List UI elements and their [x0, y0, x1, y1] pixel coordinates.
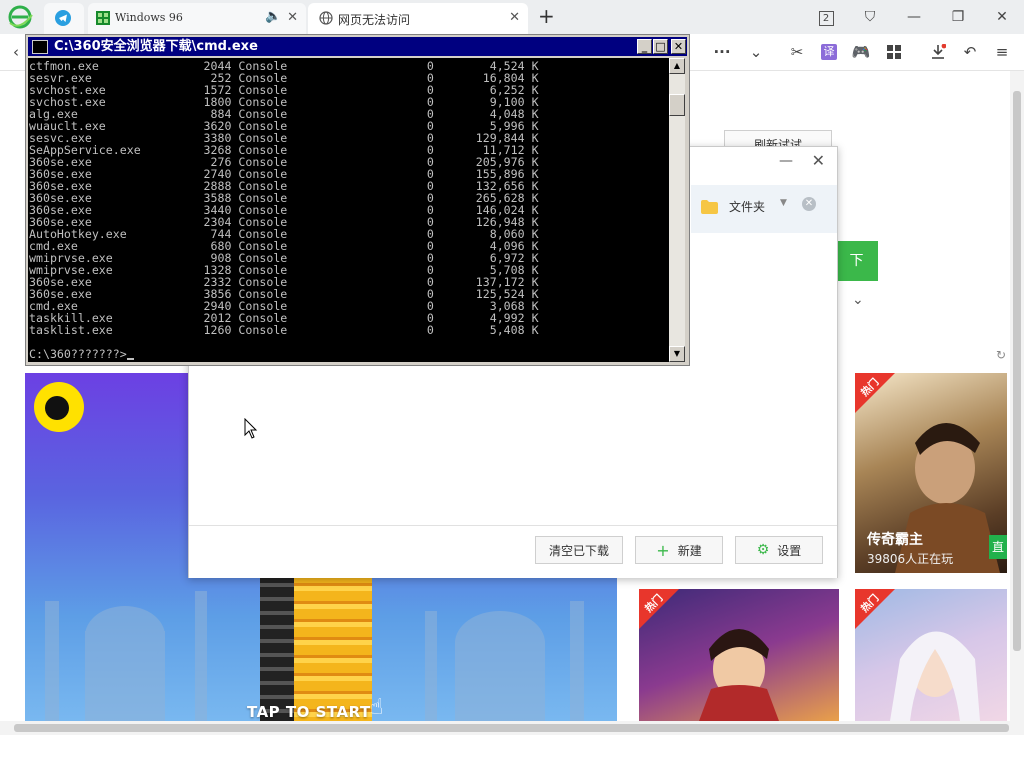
globe-icon	[319, 11, 333, 25]
game-card[interactable]: 热门 传奇霸主 39806人正在玩 直	[855, 373, 1007, 573]
undo-icon[interactable]: ↶	[958, 40, 982, 64]
plus-icon: +	[656, 540, 670, 560]
text-cursor	[126, 358, 134, 360]
gamepad-icon[interactable]: 🎮	[849, 40, 873, 64]
hand-pointer-icon: ☝	[370, 695, 384, 720]
chevron-down-icon[interactable]: ⌄	[744, 40, 768, 64]
new-tab-plus-icon[interactable]: +	[538, 6, 555, 26]
maximize-button[interactable]: □	[653, 39, 668, 54]
shirt-skin-icon[interactable]: ⛉	[848, 9, 892, 25]
status-bar	[0, 735, 1024, 768]
settings-button[interactable]: ⚙ 设置	[735, 536, 823, 564]
tab-label: 网页无法访问	[338, 13, 411, 27]
game-card[interactable]: 热门	[855, 589, 1007, 721]
refresh-icon[interactable]: ↻	[996, 348, 1006, 362]
tap-to-start-label: TAP TO START	[247, 703, 371, 721]
minimize-button[interactable]: _	[637, 39, 652, 54]
minimize-icon[interactable]: —	[892, 9, 936, 25]
close-window-icon[interactable]: ✕	[980, 9, 1024, 25]
apps-grid-icon[interactable]	[882, 40, 906, 64]
scissors-icon[interactable]: ✂	[785, 40, 809, 64]
mouse-pointer-icon	[244, 418, 258, 439]
cmd-window[interactable]: C:\360安全浏览器下载\cmd.exe _ □ ✕ ctfmon.exe 2…	[25, 34, 690, 366]
card-tag[interactable]: 直	[989, 535, 1007, 559]
horizontal-scrollbar[interactable]	[0, 721, 1024, 735]
more-dots-icon[interactable]: ···	[710, 40, 734, 64]
vertical-scrollbar[interactable]	[1010, 71, 1024, 721]
dialog-footer: 清空已下载 + 新建 ⚙ 设置	[189, 525, 837, 578]
folder-label: 文件夹	[729, 200, 766, 214]
scroll-thumb[interactable]	[669, 94, 685, 116]
card-title: 传奇霸主	[867, 532, 923, 548]
tab-page-unreachable[interactable]: 网页无法访问 ✕	[308, 3, 528, 34]
folder-icon	[701, 200, 718, 214]
restore-icon[interactable]: ❐	[936, 9, 980, 25]
tab-label: Windows 96	[115, 11, 183, 24]
cmd-prompt: C:\360???????>	[29, 348, 134, 360]
cmd-scrollbar[interactable]: ▲ ▼	[669, 58, 685, 362]
green-download-button[interactable]: 下	[835, 241, 878, 281]
game-logo-icon	[34, 382, 84, 432]
folder-selector[interactable]: 文件夹 ▼ ✕	[691, 185, 837, 233]
browser-tab-bar: Windows 96 🔈 ✕ 网页无法访问 ✕ + 2 ⛉ — ❐ ✕	[0, 0, 1024, 34]
window-controls: 2 ⛉ — ❐ ✕	[804, 0, 1024, 34]
tab-windows96[interactable]: Windows 96 🔈 ✕	[88, 3, 306, 34]
close-button[interactable]: ✕	[671, 39, 686, 54]
new-download-button[interactable]: + 新建	[635, 536, 723, 564]
menu-icon[interactable]: ≡	[990, 40, 1014, 64]
speaker-icon[interactable]: 🔈	[265, 9, 281, 24]
game-tower-stripe	[260, 573, 294, 721]
360-browser-logo-icon[interactable]	[8, 5, 34, 29]
chevron-down-icon[interactable]: ⌄	[852, 292, 864, 308]
minimize-icon[interactable]: —	[779, 153, 793, 169]
close-icon[interactable]: ✕	[812, 151, 825, 170]
cmd-app-icon	[32, 40, 48, 54]
close-tab-icon[interactable]: ✕	[287, 11, 298, 25]
tasklist-output: ctfmon.exe 2044 Console 0 4,524 K sesvr.…	[29, 60, 539, 336]
win96-icon	[96, 11, 110, 25]
download-icon[interactable]	[926, 40, 950, 64]
cmd-title: C:\360安全浏览器下载\cmd.exe	[54, 39, 258, 54]
cmd-title-bar[interactable]: C:\360安全浏览器下载\cmd.exe _ □ ✕	[28, 37, 687, 56]
close-tab-icon[interactable]: ✕	[509, 11, 520, 25]
clear-downloaded-button[interactable]: 清空已下载	[535, 536, 623, 564]
cmd-console[interactable]: ctfmon.exe 2044 Console 0 4,524 K sesvr.…	[28, 58, 669, 362]
game-card[interactable]: 热门	[639, 589, 839, 721]
tab-telegram[interactable]	[44, 3, 84, 34]
translate-icon[interactable]: 译	[817, 40, 841, 64]
tab-count-badge[interactable]: 2	[804, 9, 848, 26]
scroll-up-arrow-icon[interactable]: ▲	[669, 58, 685, 74]
caret-down-icon[interactable]: ▼	[780, 198, 787, 208]
gear-icon: ⚙	[756, 542, 770, 558]
telegram-icon	[55, 10, 71, 26]
process-row: tasklist.exe 1260 Console 0 5,408 K	[29, 323, 539, 337]
clear-path-icon[interactable]: ✕	[802, 197, 816, 211]
scroll-down-arrow-icon[interactable]: ▼	[669, 346, 685, 362]
card-subtitle: 39806人正在玩	[867, 552, 954, 566]
